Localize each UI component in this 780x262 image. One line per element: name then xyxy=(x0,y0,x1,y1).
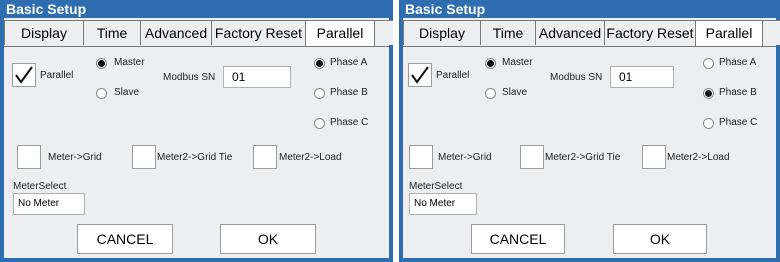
meter-grid-label: Meter->Grid xyxy=(438,152,492,163)
phase-a-label: Phase A xyxy=(330,57,368,68)
master-label: Master xyxy=(502,57,533,68)
meter-grid-checkbox[interactable] xyxy=(17,145,41,169)
meter2-load-checkbox[interactable] xyxy=(642,145,666,169)
parallel-label: Parallel xyxy=(436,70,470,81)
cancel-button[interactable]: CANCEL xyxy=(77,224,173,254)
window-title: Basic Setup xyxy=(399,0,780,18)
meter2-load-label: Meter2->Load xyxy=(279,152,342,163)
parallel-label: Parallel xyxy=(40,70,74,81)
parallel-checkbox[interactable] xyxy=(12,63,36,87)
tab-advanced[interactable]: Advanced xyxy=(140,20,212,45)
meter2-grid-tie-label: Meter2->Grid Tie xyxy=(157,152,233,163)
tab-parallel[interactable]: Parallel xyxy=(305,20,375,46)
tab-parallel[interactable]: Parallel xyxy=(695,20,763,46)
window-border-left xyxy=(399,18,403,262)
phase-a-label: Phase A xyxy=(719,57,757,68)
slave-label: Slave xyxy=(114,87,140,98)
parallel-checkbox[interactable] xyxy=(408,63,432,87)
meter2-grid-tie-checkbox[interactable] xyxy=(520,145,544,169)
meter-grid-label: Meter->Grid xyxy=(48,152,102,163)
window-border-right xyxy=(389,18,393,262)
master-radio[interactable] xyxy=(485,58,496,69)
tab-overflow xyxy=(762,20,780,45)
slave-radio[interactable] xyxy=(96,88,107,99)
master-label: Master xyxy=(114,57,145,68)
meter-grid-checkbox[interactable] xyxy=(409,145,433,169)
modbus-sn-label: Modbus SN xyxy=(163,72,216,83)
slave-radio[interactable] xyxy=(485,88,496,99)
master-radio[interactable] xyxy=(96,58,107,69)
checkmark-icon xyxy=(15,66,33,84)
meter2-grid-tie-label: Meter2->Grid Tie xyxy=(545,152,621,163)
meter-select-dropdown[interactable]: No Meter xyxy=(13,193,85,215)
checkmark-icon xyxy=(411,66,429,84)
window-title: Basic Setup xyxy=(0,0,393,18)
modbus-sn-input[interactable]: 01 xyxy=(223,66,291,88)
tab-bar: Display Time Advanced Factory Reset Para… xyxy=(4,20,393,47)
meter2-grid-tie-checkbox[interactable] xyxy=(132,145,156,169)
ok-button[interactable]: OK xyxy=(220,224,316,254)
phase-b-radio[interactable] xyxy=(314,88,325,99)
tab-factory-reset[interactable]: Factory Reset xyxy=(211,20,306,45)
window-border-left xyxy=(0,18,4,262)
tab-advanced[interactable]: Advanced xyxy=(535,20,605,45)
tab-factory-reset[interactable]: Factory Reset xyxy=(604,20,696,45)
tab-bar: Display Time Advanced Factory Reset Para… xyxy=(403,20,780,47)
ok-button[interactable]: OK xyxy=(613,224,707,254)
phase-c-label: Phase C xyxy=(330,117,369,128)
tab-display[interactable]: Display xyxy=(403,20,481,45)
phase-b-radio[interactable] xyxy=(703,88,714,99)
slave-label: Slave xyxy=(502,87,528,98)
phase-b-label: Phase B xyxy=(719,87,757,98)
tab-overflow xyxy=(374,20,393,45)
window-border-bottom xyxy=(399,258,780,262)
meter-select-label: MeterSelect xyxy=(409,181,463,192)
cancel-button[interactable]: CANCEL xyxy=(471,224,565,254)
phase-c-radio[interactable] xyxy=(703,118,714,129)
phase-a-radio[interactable] xyxy=(703,58,714,69)
meter2-load-checkbox[interactable] xyxy=(253,145,277,169)
modbus-sn-label: Modbus SN xyxy=(550,72,603,83)
meter-select-dropdown[interactable]: No Meter xyxy=(409,193,477,215)
phase-c-radio[interactable] xyxy=(314,118,325,129)
phase-a-radio[interactable] xyxy=(314,58,325,69)
basic-setup-window-left: Basic Setup Display Time Advanced Factor… xyxy=(0,0,393,262)
tab-display[interactable]: Display xyxy=(4,20,84,45)
modbus-sn-input[interactable]: 01 xyxy=(610,66,674,88)
window-border-bottom xyxy=(0,258,393,262)
phase-c-label: Phase C xyxy=(719,117,758,128)
meter-select-label: MeterSelect xyxy=(13,181,67,192)
meter2-load-label: Meter2->Load xyxy=(667,152,730,163)
tab-time[interactable]: Time xyxy=(83,20,141,45)
phase-b-label: Phase B xyxy=(330,87,368,98)
tab-time[interactable]: Time xyxy=(480,20,536,45)
window-border-right xyxy=(776,18,780,262)
basic-setup-window-right: Basic Setup Display Time Advanced Factor… xyxy=(399,0,780,262)
